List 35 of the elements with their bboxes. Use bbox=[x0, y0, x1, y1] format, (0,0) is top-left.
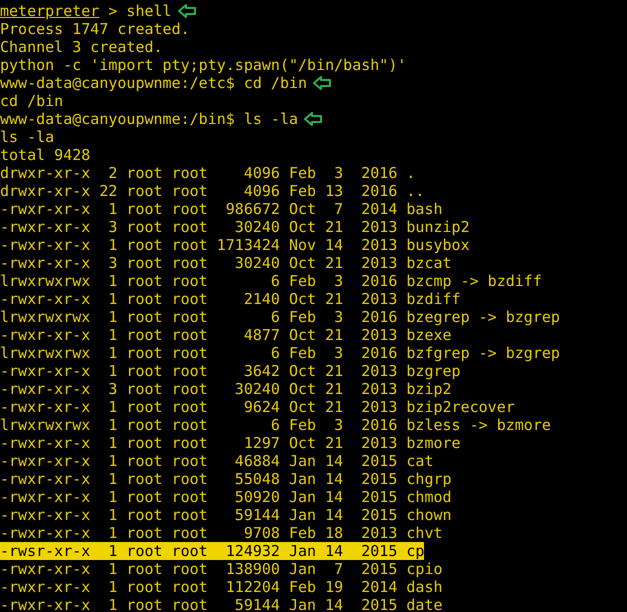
listing-row: -rwxr-xr-x 1 root root 55048 Jan 14 2015 chgrp bbox=[0, 470, 452, 488]
terminal-line: Process 1747 created. bbox=[0, 20, 190, 38]
listing-row: -rwxr-xr-x 3 root root 30240 Oct 21 2013 bzip2 bbox=[0, 380, 452, 398]
listing-row: drwxr-xr-x 2 root root 4096 Feb 3 2016 . bbox=[0, 164, 416, 182]
listing-row: lrwxrwxrwx 1 root root 6 Feb 3 2016 bzless -> bzmore bbox=[0, 416, 551, 434]
listing-row: -rwxr-xr-x 3 root root 30240 Oct 21 2013 bunzip2 bbox=[0, 218, 470, 236]
listing-row: -rwxr-xr-x 1 root root 986672 Oct 7 2014 bash bbox=[0, 200, 443, 218]
terminal-line: www-data@canyoupwnme:/etc$ cd /bin bbox=[0, 74, 308, 92]
listing-row: lrwxrwxrwx 1 root root 6 Feb 3 2016 bzegrep -> bzgrep bbox=[0, 308, 560, 326]
listing-row: -rwxr-xr-x 3 root root 30240 Oct 21 2013 bzcat bbox=[0, 254, 452, 272]
listing-row: -rwxr-xr-x 1 root root 59144 Jan 14 2015 chown bbox=[0, 506, 452, 524]
listing-row: -rwxr-xr-x 1 root root 138900 Jan 7 2015 cpio bbox=[0, 560, 443, 578]
terminal-line: Channel 3 created. bbox=[0, 38, 163, 56]
console-prompt: meterpreter bbox=[0, 2, 100, 20]
listing-row: -rwxr-xr-x 1 root root 50920 Jan 14 2015 chmod bbox=[0, 488, 452, 506]
listing-row: -rwxr-xr-x 1 root root 9708 Feb 18 2013 chvt bbox=[0, 524, 443, 542]
terminal-line: python -c 'import pty;pty.spawn("/bin/bash")' bbox=[0, 56, 406, 74]
listing-row: -rwxr-xr-x 1 root root 9624 Oct 21 2013 bzip2recover bbox=[0, 398, 515, 416]
listing-row: -rwxr-xr-x 1 root root 112204 Feb 19 2014 dash bbox=[0, 578, 443, 596]
listing-row: lrwxrwxrwx 1 root root 6 Feb 3 2016 bzcmp -> bzdiff bbox=[0, 272, 542, 290]
listing-row: -rwxr-xr-x 1 root root 4877 Oct 21 2013 bzexe bbox=[0, 326, 452, 344]
terminal-line: cd /bin bbox=[0, 92, 64, 110]
terminal-line: ls -la bbox=[0, 128, 54, 146]
listing-row: -rwxr-xr-x 1 root root 1297 Oct 21 2013 bzmore bbox=[0, 434, 461, 452]
listing-row: -rwxr-xr-x 1 root root 2140 Oct 21 2013 bzdiff bbox=[0, 290, 461, 308]
listing-row: drwxr-xr-x 22 root root 4096 Feb 13 2016 .. bbox=[0, 182, 424, 200]
command-text: > shell bbox=[107, 2, 172, 20]
listing-row: lrwxrwxrwx 1 root root 6 Feb 3 2016 bzfgrep -> bzgrep bbox=[0, 344, 560, 362]
listing-row: -rwxr-xr-x 1 root root 46884 Jan 14 2015 cat bbox=[0, 452, 434, 470]
listing-row: -rwxr-xr-x 1 root root 1713424 Nov 14 2013 busybox bbox=[0, 236, 470, 254]
listing-row: -rwsr-xr-x 1 root root 124932 Jan 14 2015 cp bbox=[0, 542, 424, 560]
terminal-line: www-data@canyoupwnme:/bin$ ls -la bbox=[0, 110, 298, 128]
terminal-line: total 9428 bbox=[0, 146, 90, 164]
listing-row: -rwxr-xr-x 1 root root 59144 Jan 14 2015 date bbox=[0, 596, 443, 612]
listing-row: -rwxr-xr-x 1 root root 3642 Oct 21 2013 bzgrep bbox=[0, 362, 461, 380]
